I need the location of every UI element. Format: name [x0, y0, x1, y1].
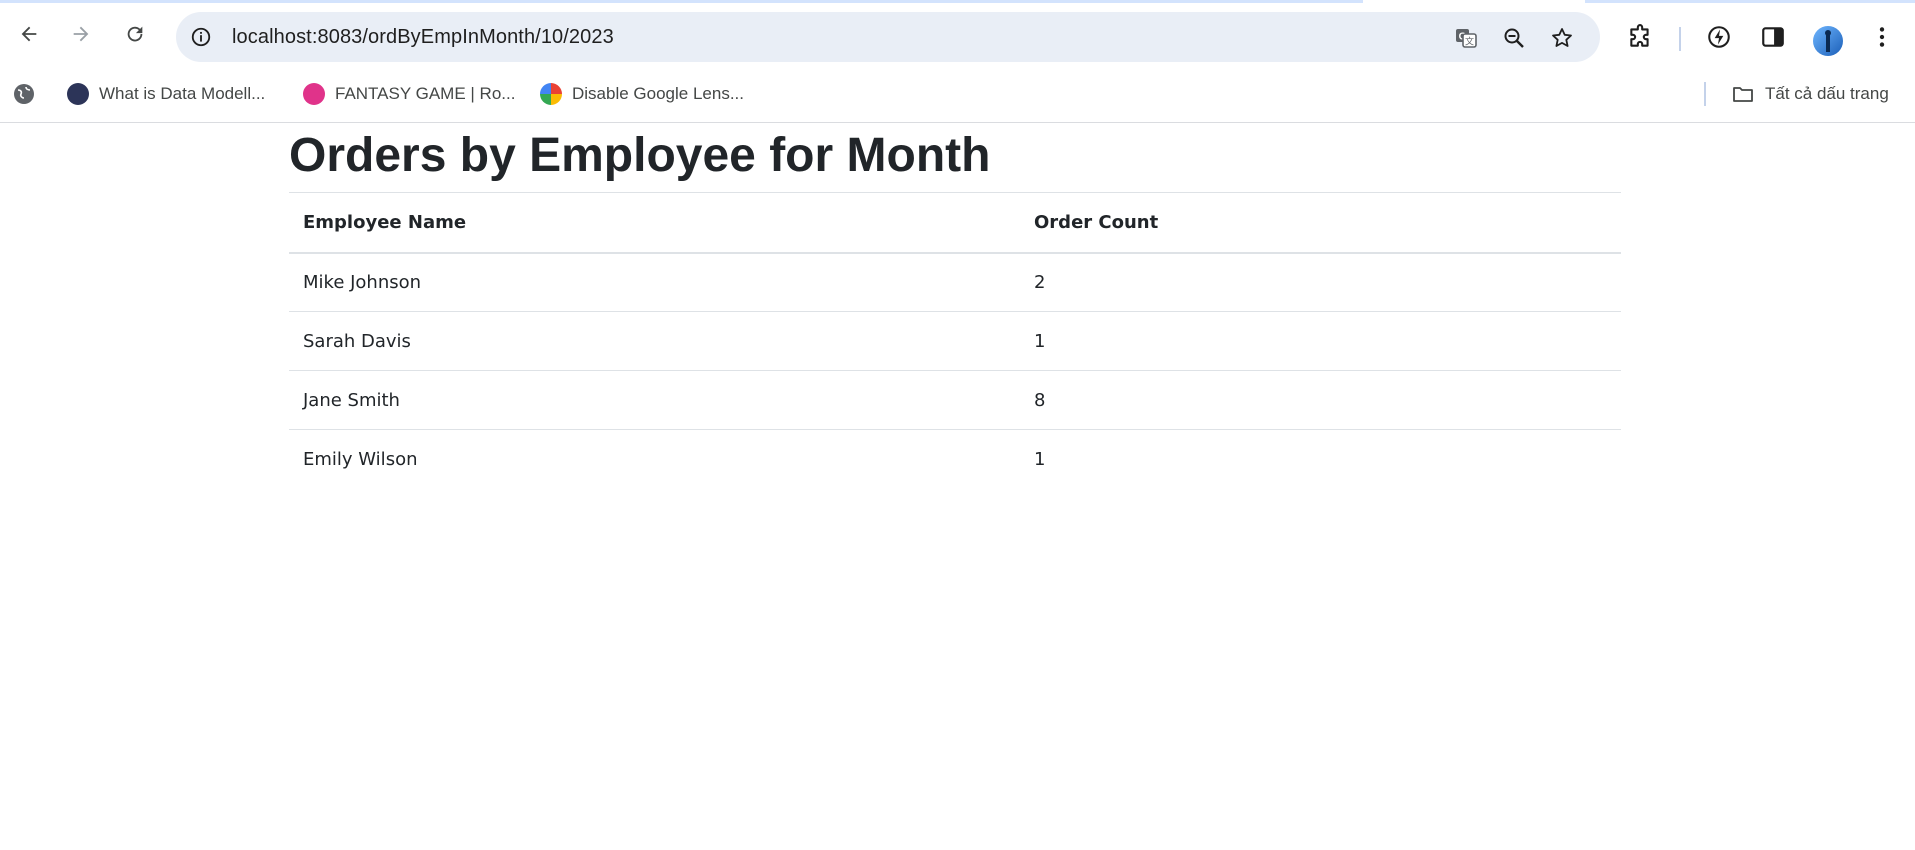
- content-container: Orders by Employee for Month Employee Na…: [289, 124, 1621, 489]
- bookmark-item[interactable]: Disable Google Lens...: [540, 71, 744, 117]
- fantasy-game-favicon: [303, 83, 325, 105]
- orders-table: Employee Name Order Count Mike Johnson 2…: [289, 192, 1621, 489]
- toolbar-divider: [1679, 27, 1681, 51]
- table-row: Sarah Davis 1: [289, 311, 1621, 371]
- bookmark-label: FANTASY GAME | Ro...: [335, 84, 516, 103]
- table-row: Emily Wilson 1: [289, 430, 1621, 489]
- all-bookmarks-button[interactable]: Tất cả dấu trang: [1731, 71, 1889, 117]
- order-count-cell: 8: [1020, 370, 1621, 430]
- bookmark-label: What is Data Modell...: [99, 84, 266, 103]
- translate-icon: G文: [1456, 29, 1477, 48]
- url-text[interactable]: localhost:8083/ordByEmpInMonth/10/2023: [232, 12, 614, 62]
- avatar-icon[interactable]: [1813, 26, 1843, 56]
- zoom-button[interactable]: [1501, 25, 1527, 51]
- data-modelling-favicon: [67, 83, 89, 105]
- order-count-cell: 2: [1020, 252, 1621, 312]
- back-button[interactable]: [14, 19, 44, 49]
- browser-toolbar: localhost:8083/ordByEmpInMonth/10/2023 G…: [0, 3, 1915, 71]
- bookmark-label: Disable Google Lens...: [572, 84, 744, 103]
- kebab-menu-icon: [1879, 27, 1885, 47]
- bookmark-item[interactable]: What is Data Modell...: [67, 71, 265, 117]
- order-count-cell: 1: [1034, 448, 1046, 470]
- column-header-employee-name: Employee Name: [289, 192, 1020, 254]
- translate-button[interactable]: G文: [1453, 25, 1479, 51]
- profile-picture: [1825, 30, 1831, 52]
- folder-icon: [1733, 87, 1753, 102]
- arrow-right-icon: [73, 26, 89, 42]
- address-bar[interactable]: localhost:8083/ordByEmpInMonth/10/2023 G…: [176, 12, 1600, 62]
- bookmark-item[interactable]: FANTASY GAME | Ro...: [303, 71, 515, 117]
- all-bookmarks-label: Tất cả dấu trang: [1765, 84, 1889, 103]
- leaf-icon: [1708, 26, 1730, 48]
- extensions-button[interactable]: [1626, 23, 1654, 51]
- star-icon: [1552, 28, 1572, 47]
- page-title: Orders by Employee for Month: [289, 129, 991, 182]
- employee-name-cell: Jane Smith: [289, 370, 1020, 430]
- globe-icon: [14, 84, 34, 104]
- bookmark-star-button[interactable]: [1549, 25, 1575, 51]
- employee-name-cell: Sarah Davis: [289, 311, 1020, 371]
- reload-button[interactable]: [120, 19, 150, 49]
- table-header-row: Employee Name Order Count: [289, 192, 1621, 254]
- employee-name-cell: Emily Wilson: [303, 448, 418, 470]
- side-panel-icon: [1762, 27, 1784, 47]
- column-header-order-count: Order Count: [1020, 192, 1621, 254]
- zoom-out-icon: [1504, 28, 1524, 48]
- side-panel-button[interactable]: [1759, 23, 1787, 51]
- order-count-cell: 1: [1020, 311, 1621, 371]
- rainbow-favicon: [540, 83, 562, 105]
- puzzle-icon: [1630, 24, 1649, 47]
- svg-text:文: 文: [1465, 36, 1474, 48]
- employee-name-cell: Mike Johnson: [289, 252, 1020, 312]
- menu-button[interactable]: [1868, 23, 1896, 51]
- arrow-left-icon: [21, 26, 37, 42]
- table-row: Mike Johnson 2: [289, 252, 1621, 312]
- performance-button[interactable]: [1705, 23, 1733, 51]
- forward-button[interactable]: [66, 19, 96, 49]
- bookmarks-divider: [1704, 82, 1706, 106]
- bookmarks-bar: What is Data Modell... FANTASY GAME | Ro…: [0, 71, 1915, 123]
- table-row: Jane Smith 8: [289, 370, 1621, 430]
- page-content: Orders by Employee for Month Employee Na…: [0, 124, 1915, 850]
- reload-icon: [127, 26, 143, 42]
- info-icon[interactable]: [190, 26, 212, 48]
- apps-shortcut[interactable]: [12, 71, 36, 117]
